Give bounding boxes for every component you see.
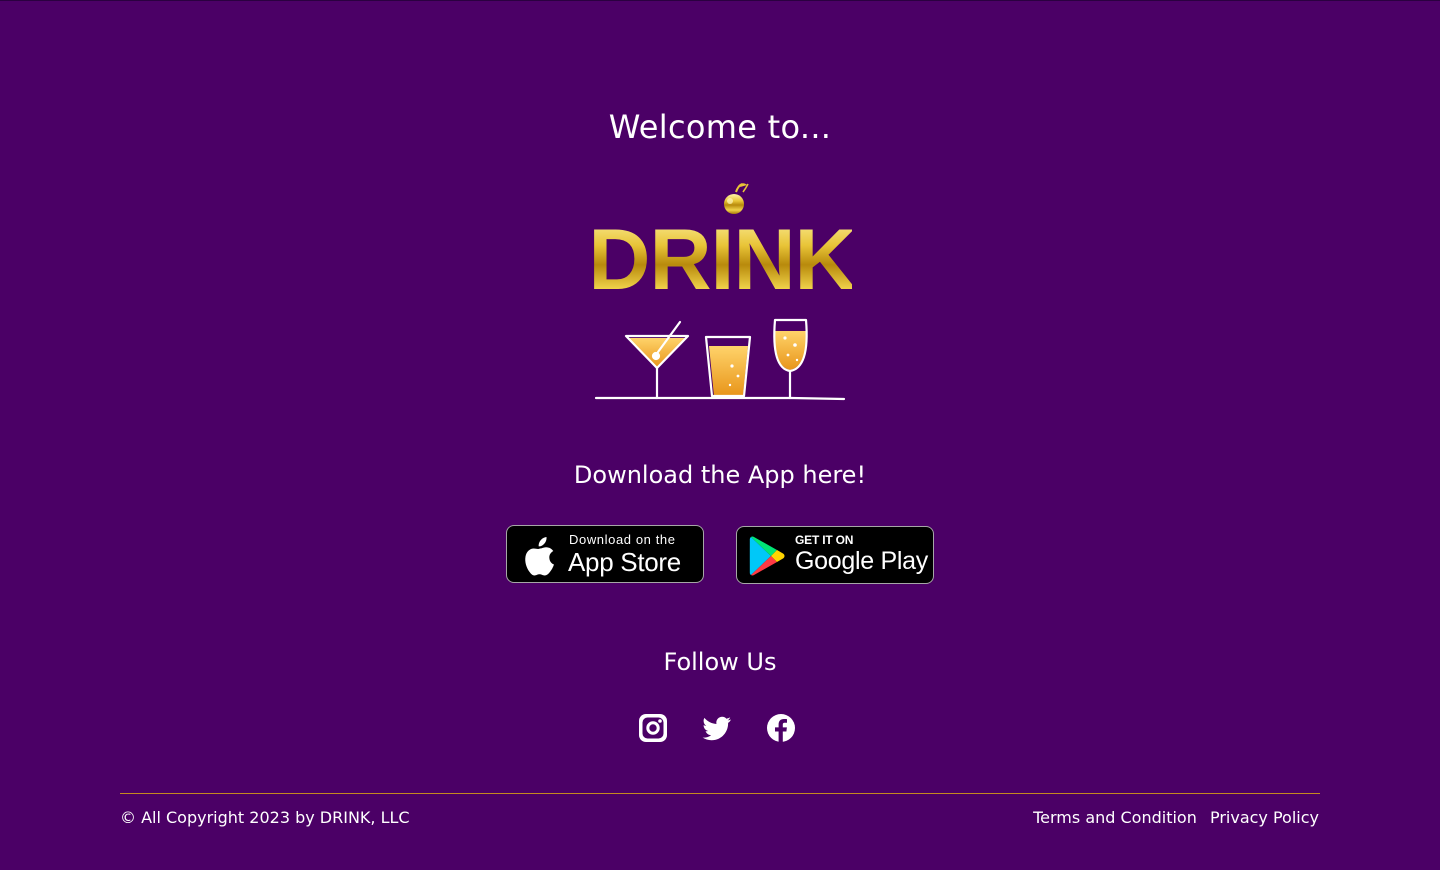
drink-logo-text: DRINK	[592, 212, 852, 308]
footer-links: Terms and Condition Privacy Policy	[1025, 808, 1319, 827]
apple-icon	[525, 537, 554, 576]
highball-glass-icon	[704, 335, 752, 398]
facebook-icon[interactable]	[765, 712, 797, 744]
app-store-button[interactable]: Download on the App Store	[506, 525, 704, 583]
footer-divider	[120, 793, 1320, 794]
drink-logo: DRINK	[592, 183, 852, 401]
app-store-big-label: App Store	[568, 547, 681, 577]
cherry-icon	[724, 183, 749, 214]
privacy-link[interactable]: Privacy Policy	[1210, 808, 1319, 827]
follow-us-heading: Follow Us	[663, 648, 777, 676]
google-play-small-label: GET IT ON	[795, 533, 854, 547]
top-border	[0, 0, 1440, 1]
martini-glass-icon	[624, 320, 690, 400]
google-play-big-label: Google Play	[795, 547, 928, 575]
instagram-icon[interactable]	[637, 712, 669, 744]
twitter-icon[interactable]	[701, 712, 733, 744]
terms-link[interactable]: Terms and Condition	[1033, 808, 1197, 827]
app-store-small-label: Download on the	[569, 532, 676, 547]
wine-glass-icon	[773, 318, 808, 400]
welcome-heading: Welcome to...	[608, 108, 832, 146]
download-heading: Download the App here!	[573, 461, 867, 489]
google-play-icon	[749, 536, 785, 576]
copyright-text: © All Copyright 2023 by DRINK, LLC	[120, 808, 410, 827]
google-play-button[interactable]: GET IT ON Google Play	[736, 526, 934, 584]
